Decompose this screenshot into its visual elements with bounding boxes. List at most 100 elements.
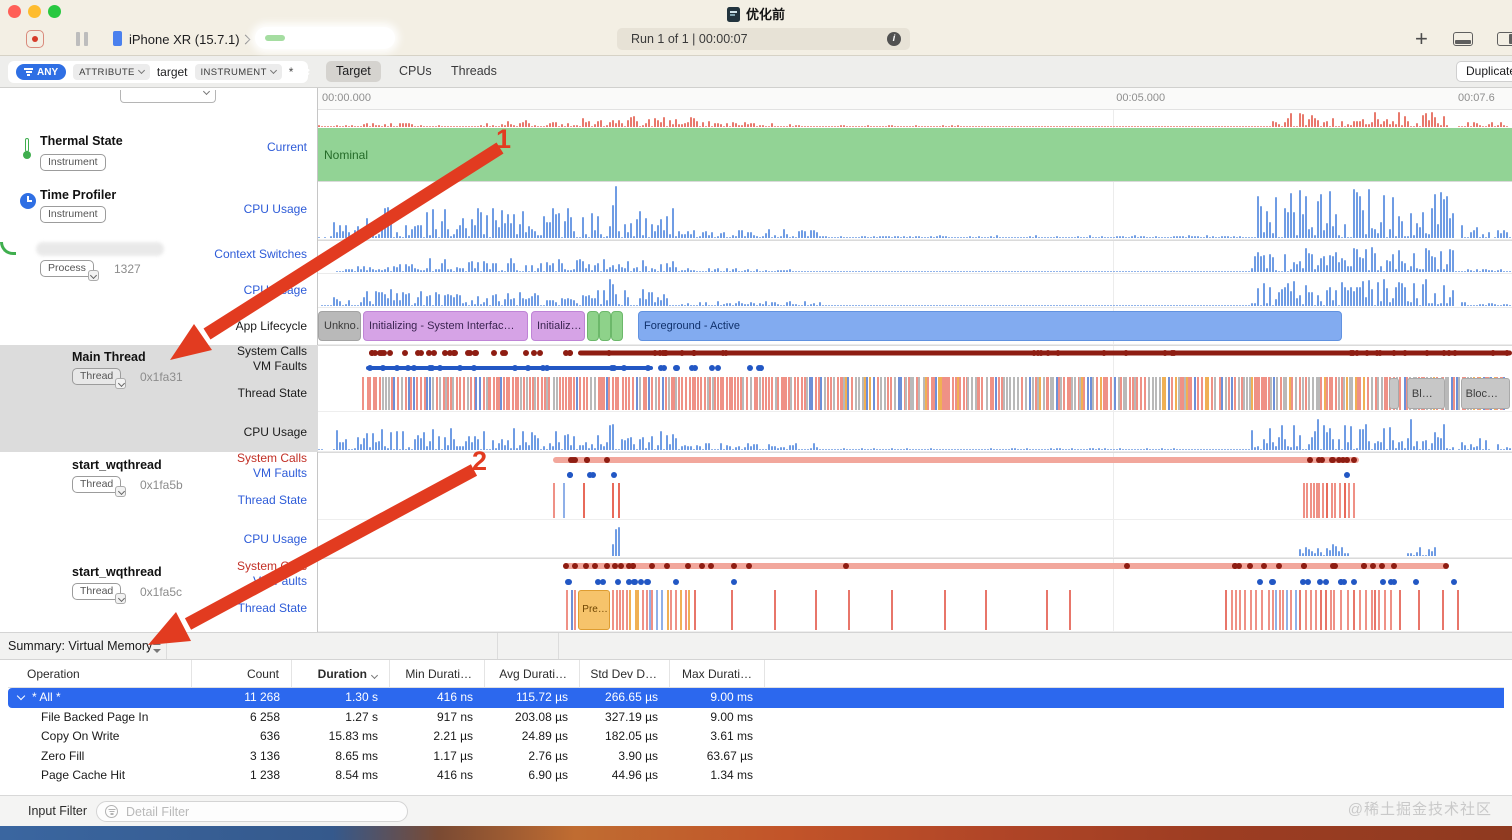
- blocked-segment[interactable]: Bloc…: [1460, 378, 1510, 409]
- lifecycle-segment[interactable]: [611, 311, 623, 341]
- lane-label-context-switches[interactable]: Context Switches: [214, 247, 307, 261]
- track-name: Main Thread: [72, 350, 146, 364]
- main-thread-state-lane[interactable]: Bl… Bloc…: [318, 376, 1512, 412]
- summary-table-row[interactable]: File Backed Page In 6 258 1.27 s 917 ns 203.…: [8, 708, 1504, 728]
- lane-label-system-calls[interactable]: System Calls: [237, 559, 307, 573]
- instrument-token[interactable]: INSTRUMENT: [194, 64, 282, 80]
- wq1-vm-faults-lane[interactable]: [318, 467, 1512, 482]
- summary-table-row[interactable]: Copy On Write 636 15.83 ms 2.21 µs 24.89 µs 1…: [8, 727, 1504, 747]
- wq1-cpu-lane[interactable]: [318, 520, 1512, 558]
- track-filter-field[interactable]: ANY ATTRIBUTE target INSTRUMENT *: [8, 61, 308, 83]
- instrument-badge: Instrument: [40, 206, 106, 223]
- lane-label-thread-state[interactable]: Thread State: [238, 493, 307, 507]
- column-header-operation[interactable]: Operation: [8, 660, 192, 687]
- lane-label-vm-faults[interactable]: VM Faults: [253, 359, 307, 373]
- tab-threads[interactable]: Threads: [441, 61, 507, 82]
- track-name: start_wqthread: [72, 458, 162, 472]
- preempted-segment[interactable]: Pre…: [578, 590, 610, 630]
- summary-table-row[interactable]: Page Cache Hit 1 238 8.54 ms 416 ns 6.90 µs 4…: [8, 766, 1504, 786]
- wq1-system-calls-lane[interactable]: [318, 452, 1512, 467]
- device-selector[interactable]: iPhone XR (15.7.1): [129, 32, 240, 47]
- thread-id: 0x1fa5c: [140, 585, 183, 599]
- lifecycle-segment[interactable]: [587, 311, 599, 341]
- summary-title[interactable]: Summary: Virtual Memory: [8, 639, 152, 653]
- wq2-thread-state-lane[interactable]: Pre…: [318, 589, 1512, 632]
- ruler-tick: 00:05.000: [1116, 92, 1166, 104]
- column-header-count[interactable]: Count: [192, 660, 292, 687]
- duplicate-button[interactable]: Duplicate: [1456, 61, 1512, 82]
- summary-table-row[interactable]: Zero Fill 3 136 8.65 ms 1.17 µs 2.76 µs 3.90 …: [8, 747, 1504, 767]
- lane-label-system-calls[interactable]: System Calls: [237, 344, 307, 358]
- redacted-app-name: [255, 27, 395, 49]
- tab-cpus[interactable]: CPUs: [389, 61, 442, 82]
- tab-target[interactable]: Target: [326, 61, 381, 82]
- lane-label-cpu-usage[interactable]: CPU Usage: [244, 202, 307, 216]
- up-down-chevrons-icon: [152, 641, 161, 653]
- thermal-nominal-band[interactable]: Nominal: [318, 128, 1512, 181]
- lane-label-thread-state[interactable]: Thread State: [238, 601, 307, 615]
- thread-badge[interactable]: Thread: [72, 583, 127, 604]
- main-system-calls-lane[interactable]: [318, 345, 1512, 360]
- target-token[interactable]: target: [157, 65, 188, 79]
- chevron-down-icon: [269, 66, 277, 75]
- ruler-tick: 00:00.000: [322, 92, 371, 104]
- column-header-avg-duration[interactable]: Avg Durati…: [485, 660, 580, 687]
- lane-label-thread-state[interactable]: Thread State: [238, 386, 307, 400]
- run-indicator[interactable]: Run 1 of 1 | 00:00:07 i: [617, 28, 910, 50]
- lifecycle-segment[interactable]: [599, 311, 611, 341]
- toggle-bottom-panel-button[interactable]: [1453, 32, 1473, 46]
- thread-badge[interactable]: Thread: [72, 476, 127, 497]
- thread-badge[interactable]: Thread: [72, 368, 127, 389]
- lane-label-current[interactable]: Current: [267, 140, 307, 154]
- lifecycle-segment[interactable]: Foreground - Active: [638, 311, 1342, 341]
- truncated-dropdown[interactable]: [120, 87, 216, 103]
- detail-filter-field[interactable]: [96, 801, 408, 822]
- process-cpu-lane[interactable]: [318, 274, 1512, 308]
- pause-button[interactable]: [76, 32, 90, 46]
- record-button[interactable]: [26, 30, 44, 48]
- track-thermal-state[interactable]: Thermal State Instrument: [0, 128, 318, 181]
- blocked-segment[interactable]: Bl…: [1406, 378, 1446, 409]
- column-header-min-duration[interactable]: Min Durati…: [390, 660, 485, 687]
- overview-histogram[interactable]: [318, 110, 1512, 128]
- chevron-down-icon: [115, 486, 127, 497]
- wq1-thread-state-lane[interactable]: [318, 482, 1512, 520]
- wq2-vm-faults-lane[interactable]: [318, 574, 1512, 589]
- lifecycle-segment[interactable]: Initializing - System Interfac…: [363, 311, 528, 341]
- timeline-ruler[interactable]: 00:00.000 00:05.000 00:07.6: [318, 88, 1512, 110]
- lane-label-app-lifecycle[interactable]: App Lifecycle: [236, 319, 307, 333]
- summary-jump-bar[interactable]: Summary: Virtual Memory: [0, 632, 1512, 660]
- blocked-segment[interactable]: [1389, 378, 1400, 409]
- lane-label-vm-faults[interactable]: VM Faults: [253, 574, 307, 588]
- context-switches-lane[interactable]: [318, 240, 1512, 274]
- column-header-duration[interactable]: Duration: [292, 660, 390, 687]
- trace-document-icon: [726, 7, 740, 22]
- lane-label-cpu-usage[interactable]: CPU Usage: [244, 425, 307, 439]
- divider: [497, 633, 498, 659]
- track-divider: [318, 181, 1512, 182]
- lifecycle-segment[interactable]: Initializ…: [531, 311, 585, 341]
- time-profiler-cpu-lane[interactable]: [318, 181, 1512, 240]
- track-divider: [318, 345, 1512, 346]
- info-icon[interactable]: i: [887, 32, 901, 46]
- detail-filter-input[interactable]: [124, 803, 399, 820]
- lane-label-system-calls[interactable]: System Calls: [237, 451, 307, 465]
- lane-label-cpu-usage[interactable]: CPU Usage: [244, 532, 307, 546]
- column-header-std-dev[interactable]: Std Dev D…: [580, 660, 670, 687]
- attribute-token[interactable]: ATTRIBUTE: [73, 64, 150, 80]
- main-vm-faults-lane[interactable]: [318, 360, 1512, 376]
- chevron-right-icon: [240, 34, 251, 45]
- lane-label-vm-faults[interactable]: VM Faults: [253, 466, 307, 480]
- wq2-system-calls-lane[interactable]: [318, 558, 1512, 574]
- summary-table-row[interactable]: * All * 11 268 1.30 s 416 ns 115.72 µs 266.65…: [8, 688, 1504, 708]
- main-cpu-lane[interactable]: [318, 412, 1512, 452]
- filter-scope-pill[interactable]: ANY: [16, 64, 67, 80]
- column-header-max-duration[interactable]: Max Durati…: [670, 660, 765, 687]
- add-instrument-button[interactable]: +: [1415, 26, 1428, 52]
- app-lifecycle-lane[interactable]: Unkno…Initializing - System Interfac…Ini…: [318, 308, 1512, 345]
- toggle-right-panel-button[interactable]: [1497, 32, 1512, 46]
- process-badge[interactable]: Process: [40, 260, 99, 281]
- lifecycle-segment[interactable]: Unkno…: [318, 311, 361, 341]
- timeline[interactable]: 00:00.000 00:05.000 00:07.6 Nominal Unkn…: [318, 88, 1512, 632]
- lane-label-cpu-usage[interactable]: CPU Usage: [244, 283, 307, 297]
